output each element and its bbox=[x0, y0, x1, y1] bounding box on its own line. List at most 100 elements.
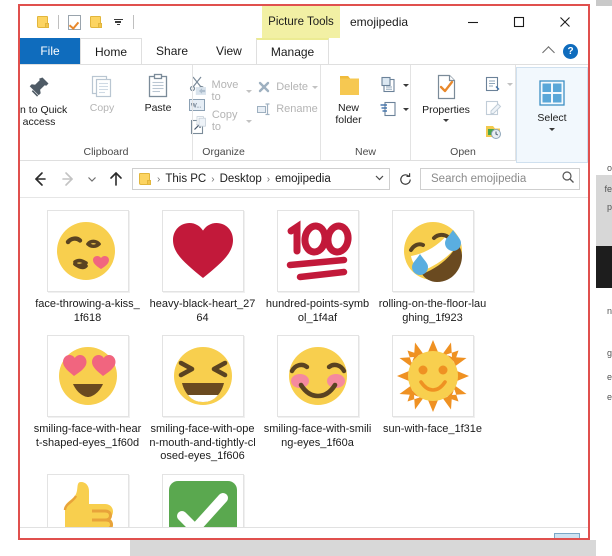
rename-button[interactable]: Rename bbox=[254, 99, 320, 119]
window-title: emojipedia bbox=[350, 6, 408, 38]
file-name: face-throwing-a-kiss_1f618 bbox=[35, 298, 140, 324]
select-button[interactable]: Select bbox=[516, 67, 588, 163]
list-item[interactable]: heavy-black-heart_2764 bbox=[145, 206, 260, 331]
delete-button[interactable]: Delete bbox=[254, 77, 320, 97]
file-thumbnail[interactable] bbox=[276, 335, 359, 417]
help-icon[interactable]: ? bbox=[563, 43, 578, 59]
qat-separator bbox=[133, 15, 134, 29]
list-item[interactable]: thumbs-up-sign_1f44d bbox=[30, 470, 145, 527]
copy-to-button[interactable]: Copy to bbox=[193, 107, 254, 135]
status-bar: 10 items bbox=[20, 527, 588, 538]
new-folder-label: New folder bbox=[335, 102, 362, 126]
copy-icon bbox=[91, 75, 112, 98]
file-thumbnail[interactable] bbox=[161, 473, 244, 527]
forward-button[interactable] bbox=[56, 167, 80, 191]
file-list-area[interactable]: face-throwing-a-kiss_1f618 heavy-black-h… bbox=[20, 197, 588, 527]
chevron-down-icon[interactable] bbox=[246, 89, 253, 93]
file-thumbnail[interactable] bbox=[161, 210, 244, 292]
qat-properties-button[interactable] bbox=[63, 11, 85, 33]
breadcrumb-item-desktop[interactable]: Desktop bbox=[217, 173, 265, 185]
ribbon: Pin to Quick access Copy bbox=[20, 64, 588, 163]
new-item-button[interactable] bbox=[377, 74, 411, 96]
file-thumbnail[interactable] bbox=[391, 335, 474, 417]
search-input[interactable] bbox=[429, 172, 561, 186]
ribbon-tab-strip-right: ? bbox=[542, 38, 588, 64]
chevron-down-icon[interactable] bbox=[402, 83, 409, 87]
easy-access-button[interactable] bbox=[377, 98, 411, 120]
list-item[interactable]: smiling-face-with-heart-shaped-eyes_1f60… bbox=[30, 331, 145, 470]
breadcrumb[interactable]: › This PC › Desktop › emojipedia bbox=[132, 168, 390, 190]
list-item[interactable]: smiling-face-with-open-mouth-and-tightly… bbox=[145, 331, 260, 470]
close-button[interactable] bbox=[542, 6, 588, 38]
list-item[interactable]: smiling-face-with-smiling-eyes_1f60a bbox=[260, 331, 375, 470]
large-icons-view-button[interactable] bbox=[554, 532, 580, 538]
tab-home[interactable]: Home bbox=[80, 38, 143, 64]
properties-button[interactable]: Properties bbox=[411, 70, 481, 124]
pin-to-quick-access-button[interactable]: Pin to Quick access bbox=[20, 70, 74, 130]
details-view-button[interactable] bbox=[528, 533, 554, 539]
copy-button[interactable]: Copy bbox=[74, 70, 130, 117]
file-explorer-window: Picture Tools emojipedia File Home Share… bbox=[20, 6, 588, 538]
paste-button[interactable]: Paste bbox=[130, 70, 186, 117]
move-to-button[interactable]: Move to bbox=[193, 77, 254, 105]
file-thumbnail[interactable] bbox=[46, 335, 129, 417]
tab-manage[interactable]: Manage bbox=[255, 38, 330, 64]
address-bar: › This PC › Desktop › emojipedia bbox=[20, 161, 588, 197]
tab-view-label: View bbox=[216, 44, 242, 58]
edit-button[interactable] bbox=[481, 97, 515, 119]
pin-to-quick-access-label: Pin to Quick access bbox=[20, 104, 68, 128]
chevron-down-icon[interactable] bbox=[507, 82, 513, 86]
tab-share[interactable]: Share bbox=[142, 38, 202, 64]
collapse-ribbon-icon[interactable] bbox=[542, 46, 555, 59]
qat-folder-button[interactable] bbox=[32, 11, 54, 33]
open-button[interactable] bbox=[481, 73, 515, 95]
minimize-button[interactable] bbox=[450, 6, 496, 38]
contextual-tab-picture-tools[interactable]: Picture Tools bbox=[262, 6, 340, 38]
title-bar: Picture Tools emojipedia bbox=[20, 6, 588, 38]
list-item[interactable]: sun-with-face_1f31e bbox=[375, 331, 490, 470]
smiling-face-with-smiling-eyes-icon bbox=[288, 347, 347, 405]
tab-view[interactable]: View bbox=[202, 38, 256, 64]
list-item[interactable]: white-heavy-check-mark_2705 bbox=[145, 470, 260, 527]
file-name: smiling-face-with-open-mouth-and-tightly… bbox=[149, 423, 256, 462]
breadcrumb-item-this-pc[interactable]: This PC bbox=[162, 173, 209, 185]
ribbon-group-open: Properties Open bbox=[410, 65, 515, 160]
paste-icon bbox=[148, 73, 168, 98]
qat-new-folder-button[interactable] bbox=[85, 11, 107, 33]
recent-locations-button[interactable] bbox=[84, 167, 100, 191]
file-thumbnail[interactable] bbox=[391, 210, 474, 292]
file-name: heavy-black-heart_2764 bbox=[149, 298, 256, 324]
search-icon[interactable] bbox=[561, 170, 575, 189]
tab-share-label: Share bbox=[156, 44, 189, 58]
tab-home-label: Home bbox=[95, 44, 128, 59]
chevron-down-icon[interactable] bbox=[549, 127, 555, 131]
file-thumbnail[interactable] bbox=[46, 210, 129, 292]
refresh-button[interactable] bbox=[394, 168, 416, 190]
breadcrumb-dropdown-icon[interactable] bbox=[374, 170, 385, 188]
tab-manage-label: Manage bbox=[270, 45, 315, 59]
search-box[interactable] bbox=[420, 168, 580, 190]
list-item[interactable]: hundred-points-symbol_1f4af bbox=[260, 206, 375, 331]
list-item[interactable]: face-throwing-a-kiss_1f618 bbox=[30, 206, 145, 331]
up-button[interactable] bbox=[104, 167, 128, 191]
file-thumbnail[interactable] bbox=[161, 335, 244, 417]
file-thumbnail[interactable] bbox=[46, 473, 129, 527]
chevron-down-icon[interactable] bbox=[402, 107, 409, 111]
back-button[interactable] bbox=[28, 167, 52, 191]
sun-with-face-icon bbox=[396, 340, 469, 412]
new-folder-button[interactable]: New folder bbox=[321, 70, 377, 128]
help-label: ? bbox=[567, 45, 574, 57]
tab-file[interactable]: File bbox=[20, 38, 80, 64]
chevron-down-icon[interactable] bbox=[312, 85, 318, 89]
rename-icon bbox=[257, 103, 270, 116]
background-text-fragment: p bbox=[606, 202, 612, 212]
file-thumbnail[interactable] bbox=[276, 210, 359, 292]
chevron-down-icon[interactable] bbox=[246, 119, 253, 123]
maximize-button[interactable] bbox=[496, 6, 542, 38]
qat-customize-button[interactable] bbox=[107, 11, 129, 33]
file-name: smiling-face-with-smiling-eyes_1f60a bbox=[263, 423, 372, 449]
history-button[interactable] bbox=[481, 121, 515, 143]
chevron-down-icon[interactable] bbox=[443, 118, 449, 122]
list-item[interactable]: rolling-on-the-floor-laughing_1f923 bbox=[375, 206, 490, 331]
breadcrumb-item-emojipedia[interactable]: emojipedia bbox=[272, 173, 334, 185]
